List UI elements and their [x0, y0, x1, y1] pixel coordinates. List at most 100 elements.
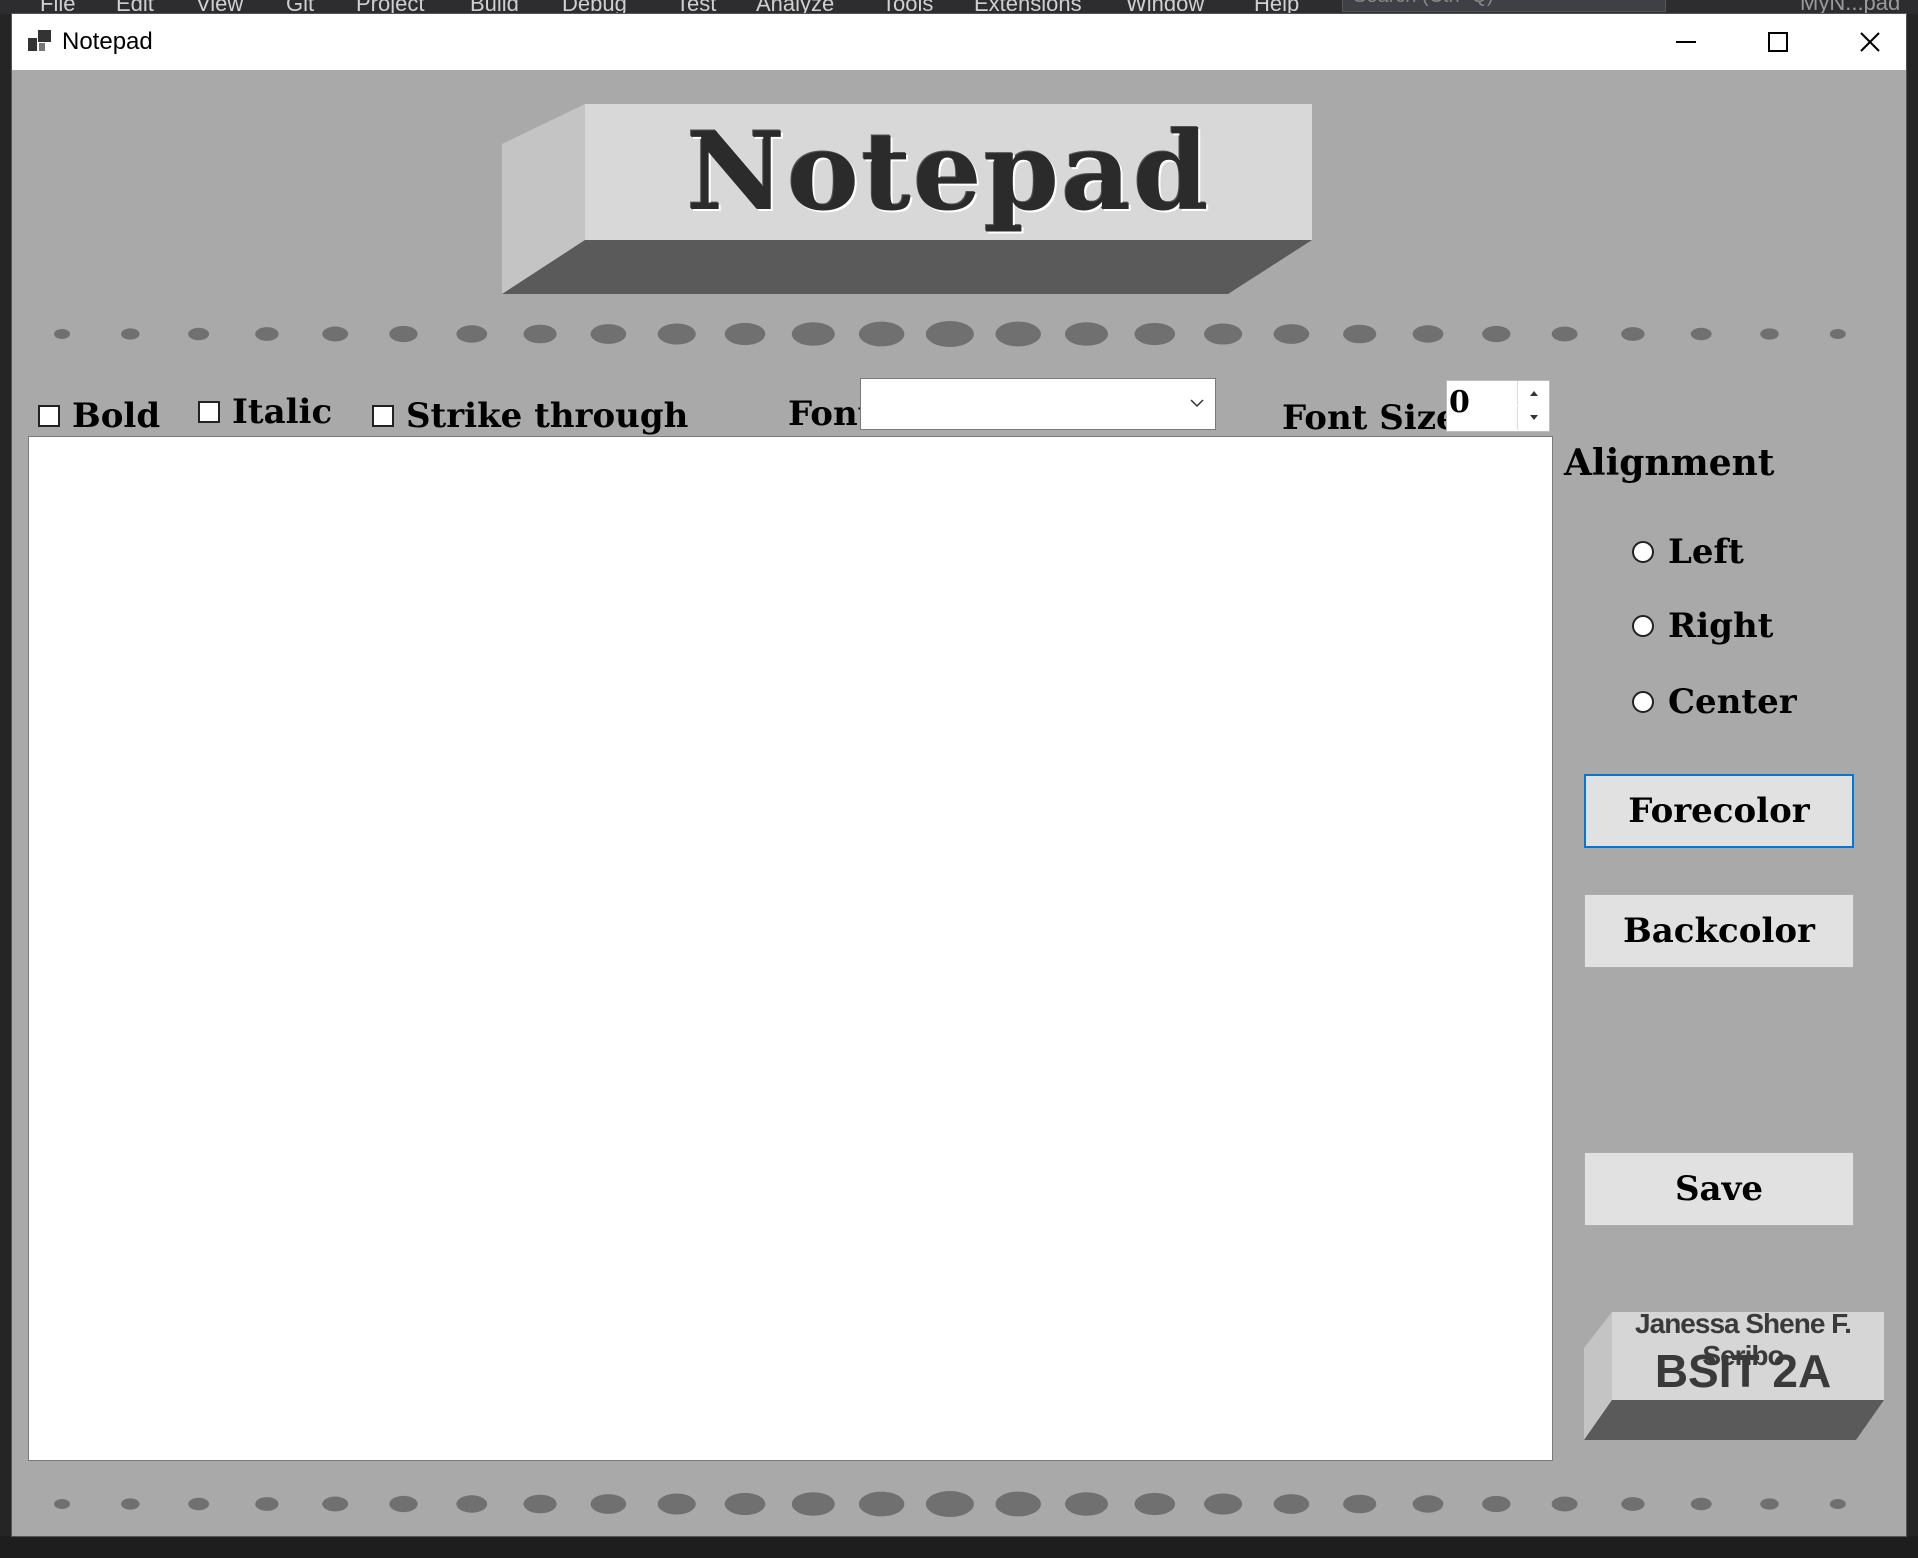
ide-status-area — [0, 1536, 1918, 1558]
divider-dot — [1690, 327, 1712, 341]
divider-dot — [858, 1491, 905, 1517]
minimize-button[interactable] — [1640, 14, 1732, 70]
divider-dot — [1343, 324, 1377, 344]
strikethrough-checkbox-box[interactable] — [372, 405, 394, 427]
divider-dot — [523, 1494, 557, 1514]
ide-menu-window[interactable]: Window — [1126, 0, 1204, 14]
ide-menu-edit[interactable]: Edit — [116, 0, 154, 14]
divider-dot — [188, 327, 210, 341]
author-signature: Janessa Shene F. Seribo BSIT 2A — [1572, 1296, 1884, 1444]
divider-dot — [791, 1492, 835, 1516]
divider-dot — [1482, 325, 1511, 343]
backcolor-button[interactable]: Backcolor — [1584, 894, 1854, 968]
divider-dot — [1412, 1495, 1444, 1513]
align-center-label: Center — [1668, 682, 1797, 722]
italic-checkbox-box[interactable] — [198, 401, 220, 423]
align-right-radio-circle[interactable] — [1632, 615, 1654, 637]
ide-solution-title: MyN...pad — [1800, 0, 1901, 14]
divider-dot — [389, 1495, 418, 1513]
ide-menu-help[interactable]: Help — [1254, 0, 1299, 14]
alignment-title: Alignment — [1564, 442, 1775, 484]
divider-dot — [858, 321, 905, 347]
divider-dot — [724, 322, 766, 346]
divider-dot — [255, 327, 279, 341]
ide-left-panel — [0, 14, 12, 1558]
ide-menu-file[interactable]: File — [40, 0, 75, 14]
ide-menu-debug[interactable]: Debug — [562, 0, 627, 14]
divider-dot — [1621, 327, 1645, 341]
font-size-stepper[interactable]: 0 — [1446, 380, 1550, 432]
ide-search-input[interactable]: Search (Ctrl+Q) — [1342, 0, 1666, 12]
divider-dot — [657, 323, 696, 345]
close-icon — [1860, 32, 1880, 52]
title-bar[interactable]: Notepad — [12, 14, 1906, 70]
divider-dot — [456, 325, 488, 343]
spin-down-icon — [1530, 415, 1538, 420]
align-center-radio-circle[interactable] — [1632, 691, 1654, 713]
app-icon — [28, 30, 51, 51]
ide-menu-project[interactable]: Project — [356, 0, 424, 14]
divider-dot — [1829, 1499, 1846, 1509]
dots-divider-bottom — [54, 1491, 1846, 1517]
divider-dot — [54, 1499, 70, 1509]
ide-menu-git[interactable]: Git — [286, 0, 314, 14]
divider-dot — [389, 325, 418, 343]
ide-menubar: File Edit View Git Project Build Debug T… — [0, 0, 1918, 14]
close-button[interactable] — [1824, 14, 1916, 70]
text-editor[interactable] — [28, 436, 1553, 1461]
divider-dot — [188, 1497, 210, 1511]
ide-menu-tools[interactable]: Tools — [882, 0, 933, 14]
chevron-down-icon — [1190, 399, 1204, 408]
ide-menu-test[interactable]: Test — [676, 0, 716, 14]
font-size-label: Font Size — [1282, 398, 1458, 438]
forecolor-button[interactable]: Forecolor — [1584, 774, 1854, 848]
notepad-logo: Notepad — [490, 98, 1312, 298]
divider-dot — [1551, 1496, 1578, 1512]
divider-dot — [1482, 1495, 1511, 1513]
save-button[interactable]: Save — [1584, 1152, 1854, 1226]
divider-dot — [925, 321, 974, 347]
divider-dot — [1273, 1494, 1310, 1514]
divider-dot — [121, 328, 140, 340]
align-left-label: Left — [1668, 532, 1744, 572]
divider-dot — [925, 1491, 974, 1517]
logo-text: Notepad — [686, 109, 1211, 235]
maximize-icon — [1768, 32, 1788, 52]
ide-menu-extensions[interactable]: Extensions — [974, 0, 1082, 14]
strikethrough-label: Strike through — [406, 396, 689, 436]
divider-dot — [121, 1498, 140, 1510]
divider-dot — [255, 1497, 279, 1511]
font-size-value[interactable]: 0 — [1449, 385, 1470, 420]
align-left-radio[interactable]: Left — [1632, 532, 1744, 572]
ide-menu-view[interactable]: View — [196, 0, 243, 14]
divider-dot — [1134, 1492, 1176, 1516]
bold-checkbox[interactable]: Bold — [38, 396, 160, 436]
align-left-radio-circle[interactable] — [1632, 541, 1654, 563]
ide-menu-analyze[interactable]: Analyze — [756, 0, 834, 14]
dots-divider-top — [54, 321, 1846, 347]
spin-up-button[interactable] — [1517, 381, 1550, 405]
ide-menu-build[interactable]: Build — [470, 0, 519, 14]
divider-dot — [1412, 325, 1444, 343]
divider-dot — [322, 1496, 349, 1512]
divider-dot — [1760, 328, 1779, 340]
divider-dot — [1551, 326, 1578, 342]
divider-dot — [657, 1493, 696, 1515]
font-dropdown[interactable] — [860, 378, 1216, 430]
italic-checkbox[interactable]: Italic — [198, 392, 332, 432]
divider-dot — [1690, 1497, 1712, 1511]
divider-dot — [1829, 329, 1846, 339]
align-center-radio[interactable]: Center — [1632, 682, 1797, 722]
divider-dot — [1134, 322, 1176, 346]
bold-checkbox-box[interactable] — [38, 405, 60, 427]
divider-dot — [1343, 1494, 1377, 1514]
divider-dot — [456, 1495, 488, 1513]
spin-up-icon — [1530, 391, 1538, 396]
divider-dot — [54, 329, 70, 339]
strikethrough-checkbox[interactable]: Strike through — [372, 396, 688, 436]
align-right-radio[interactable]: Right — [1632, 606, 1773, 646]
spin-down-button[interactable] — [1517, 406, 1550, 430]
divider-dot — [1204, 1493, 1243, 1515]
maximize-button[interactable] — [1732, 14, 1824, 70]
divider-dot — [1064, 1492, 1109, 1516]
